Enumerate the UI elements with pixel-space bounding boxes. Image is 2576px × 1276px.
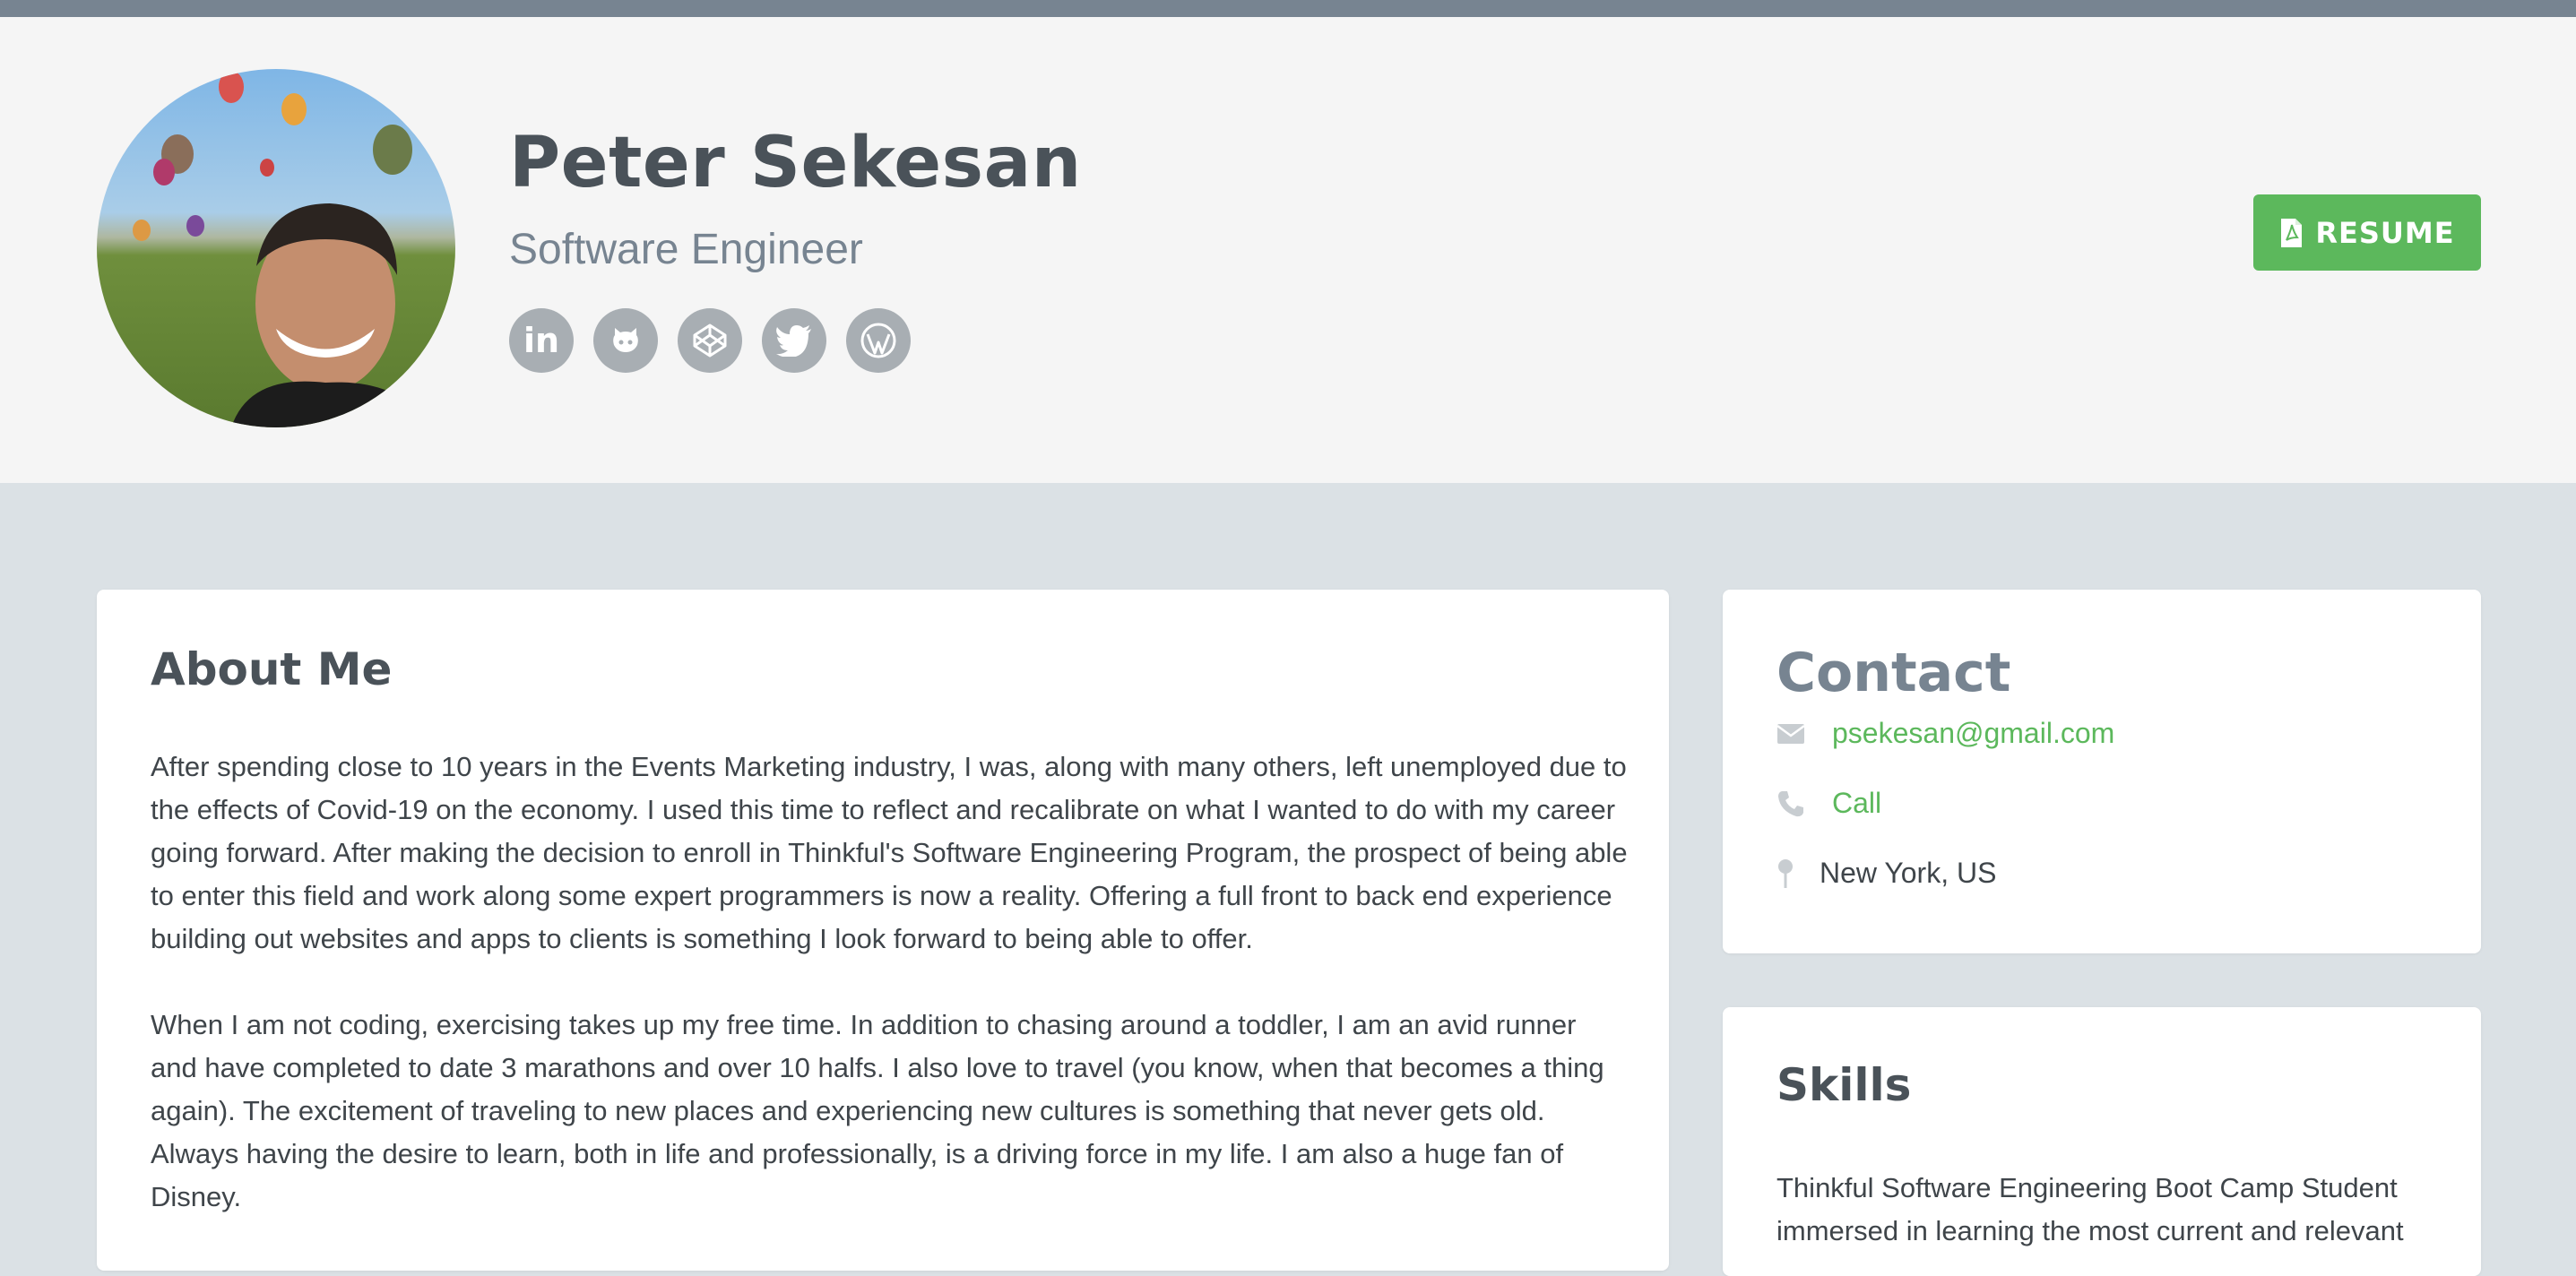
profile-photo xyxy=(133,71,428,427)
resume-button-label: RESUME xyxy=(2315,215,2455,250)
skills-heading: Skills xyxy=(1776,1059,1912,1111)
map-pin-icon xyxy=(1776,858,1820,889)
social-links: in xyxy=(509,308,911,373)
top-accent-bar xyxy=(0,0,2576,17)
phone-icon xyxy=(1776,789,1832,818)
twitter-icon[interactable] xyxy=(762,308,826,373)
file-pdf-icon xyxy=(2281,218,2303,247)
profile-title: Software Engineer xyxy=(509,226,863,273)
about-paragraph-1: After spending close to 10 years in the … xyxy=(151,751,1628,954)
contact-heading: Contact xyxy=(1776,642,2011,704)
wordpress-icon[interactable] xyxy=(846,308,911,373)
wordpress-glyph xyxy=(860,323,896,358)
skills-card: Skills Thinkful Software Engineering Boo… xyxy=(1723,1007,2481,1276)
about-paragraph-2: When I am not coding, exercising takes u… xyxy=(151,1009,1604,1212)
contact-card: Contact psekesan@gmail.com Call New York… xyxy=(1723,590,2481,953)
resume-button[interactable]: RESUME xyxy=(2253,194,2481,271)
email-link[interactable]: psekesan@gmail.com xyxy=(1832,717,2114,750)
about-heading: About Me xyxy=(151,643,393,695)
envelope-icon xyxy=(1776,723,1832,745)
about-card: About Me After spending close to 10 year… xyxy=(97,590,1669,1271)
profile-avatar xyxy=(97,69,455,427)
profile-name: Peter Sekesan xyxy=(509,123,1082,203)
contact-location-row: New York, US xyxy=(1776,857,1996,890)
contact-call-row: Call xyxy=(1776,787,1881,820)
profile-header: Peter Sekesan Software Engineer in RESUM… xyxy=(0,17,2576,483)
twitter-glyph xyxy=(776,325,811,357)
contact-email-row: psekesan@gmail.com xyxy=(1776,717,2114,750)
linkedin-glyph: in xyxy=(523,321,560,360)
location-text: New York, US xyxy=(1820,857,1997,889)
github-icon[interactable] xyxy=(593,308,658,373)
linkedin-icon[interactable]: in xyxy=(509,308,574,373)
github-glyph xyxy=(613,328,638,352)
codepen-glyph xyxy=(693,323,727,358)
call-link[interactable]: Call xyxy=(1832,787,1881,820)
codepen-icon[interactable] xyxy=(678,308,742,373)
